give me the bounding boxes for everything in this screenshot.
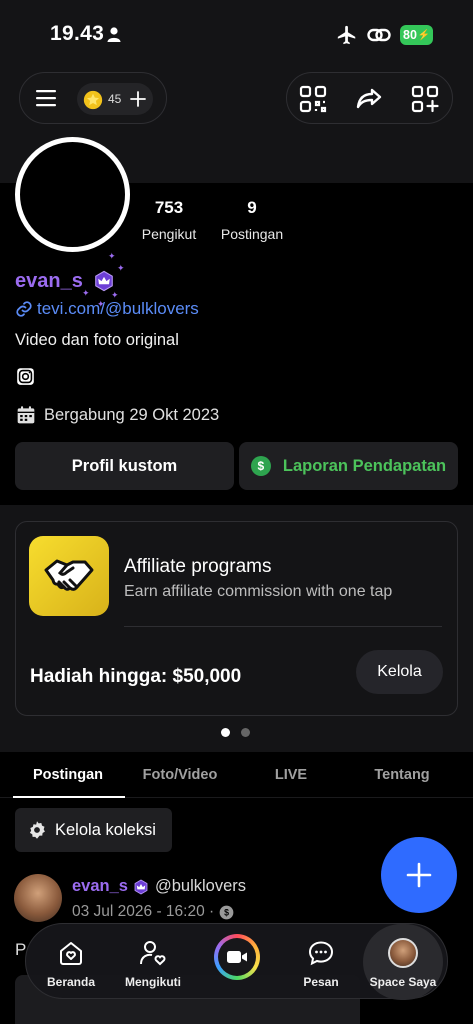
follow-heart-icon: [140, 941, 166, 966]
manage-collection-button[interactable]: Kelola koleksi: [15, 808, 172, 852]
hamburger-menu-icon[interactable]: [36, 89, 56, 107]
nav-my-space[interactable]: Space Saya: [363, 924, 443, 1000]
status-time: 19.43: [50, 22, 105, 45]
posts-stat[interactable]: 9 Postingan: [219, 198, 285, 242]
chat-bubble-icon: [308, 941, 334, 966]
record-ring: [214, 934, 260, 980]
tab-posts[interactable]: Postingan: [9, 767, 127, 783]
right-toolbar: [286, 72, 453, 124]
link-chain-icon: [367, 28, 391, 42]
nav-home[interactable]: Beranda: [41, 924, 101, 1000]
profile-username: evan_s: [15, 270, 83, 292]
promo-section: Affiliate programs Earn affiliate commis…: [0, 505, 473, 752]
my-avatar: [388, 938, 418, 968]
create-post-button[interactable]: [381, 837, 457, 913]
post-date: 03 Jul 2026 - 16:20 ·: [72, 903, 215, 920]
home-heart-icon: [60, 942, 82, 965]
profile-link[interactable]: tevi.com/@bulklovers: [15, 299, 199, 319]
qr-code-icon[interactable]: [299, 85, 327, 113]
custom-profile-button[interactable]: Profil kustom: [15, 442, 234, 490]
earnings-report-label: Laporan Pendapatan: [282, 456, 447, 475]
plus-icon: [406, 862, 432, 888]
nav-following[interactable]: Mengikuti: [119, 924, 187, 1000]
joined-date: Bergabung 29 Okt 2023: [16, 405, 219, 425]
left-toolbar: 45: [19, 72, 167, 124]
tab-photo-video[interactable]: Foto/Video: [121, 767, 239, 783]
tab-live[interactable]: LIVE: [232, 767, 350, 783]
coins-chip[interactable]: 45: [77, 83, 153, 115]
profile-bio: Video dan foto original: [15, 331, 179, 349]
active-tab-indicator: [13, 796, 125, 798]
svg-text:$: $: [224, 907, 229, 917]
followers-count: 753: [154, 198, 184, 217]
bottom-navigation: Beranda Mengikuti Pesan Space Saya: [25, 923, 448, 1000]
post-author[interactable]: evan_s @bulklovers: [72, 877, 246, 896]
post-username: evan_s: [72, 877, 128, 895]
link-icon: [16, 301, 32, 317]
carousel-dot[interactable]: [241, 728, 250, 737]
add-coins-icon[interactable]: [129, 90, 147, 108]
affiliate-divider: [124, 626, 442, 627]
person-icon: [107, 27, 121, 42]
affiliate-reward: Hadiah hingga: $50,000: [30, 666, 242, 687]
crown-badge-icon: [95, 270, 113, 292]
share-icon[interactable]: [355, 85, 383, 113]
nav-space-label: Space Saya: [369, 975, 437, 989]
earnings-report-button[interactable]: $ Laporan Pendapatan: [239, 442, 458, 490]
calendar-icon: [17, 406, 35, 424]
sparkle-icon: ✦: [108, 251, 116, 261]
post-handle: @bulklovers: [154, 877, 247, 895]
star-coin-icon: [83, 90, 103, 110]
monetized-icon: $: [219, 905, 234, 919]
coins-count: 45: [108, 92, 122, 106]
followers-stat[interactable]: 753 Pengikut: [139, 198, 199, 242]
nav-record[interactable]: [212, 924, 262, 1000]
sparkle-icon: ✦: [117, 263, 125, 273]
followers-label: Pengikut: [141, 226, 197, 242]
gear-icon: [29, 821, 45, 839]
nav-messages-label: Pesan: [303, 975, 339, 989]
video-camera-icon: [227, 951, 247, 963]
joined-text: Bergabung 29 Okt 2023: [44, 405, 220, 424]
affiliate-subtitle: Earn affiliate commission with one tap: [124, 583, 393, 600]
post-author-avatar[interactable]: [14, 874, 62, 922]
manage-collection-label: Kelola koleksi: [55, 820, 156, 839]
airplane-icon: [337, 25, 356, 45]
nav-home-label: Beranda: [46, 975, 96, 989]
profile-tabs: Postingan Foto/Video LIVE Tentang: [0, 752, 473, 798]
profile-link-text: tevi.com/@bulklovers: [37, 299, 199, 318]
sparkle-icon: ✦: [82, 288, 90, 298]
tab-about[interactable]: Tentang: [343, 767, 461, 783]
instagram-icon[interactable]: [16, 367, 35, 386]
dollar-icon: $: [250, 456, 271, 476]
add-widget-icon[interactable]: [411, 85, 439, 113]
handshake-icon: [29, 536, 109, 616]
post-meta: 03 Jul 2026 - 16:20 · $: [72, 903, 234, 921]
charging-bolt-icon: ⚡: [417, 29, 431, 41]
carousel-dot-active[interactable]: [221, 728, 230, 737]
battery-level: 80: [403, 28, 417, 42]
carousel-dots: [221, 728, 250, 737]
battery-indicator: 80 ⚡: [400, 25, 433, 45]
posts-count: 9: [247, 198, 257, 217]
nav-messages[interactable]: Pesan: [290, 924, 352, 1000]
posts-label: Postingan: [220, 226, 284, 242]
profile-avatar[interactable]: [15, 137, 130, 252]
affiliate-title: Affiliate programs: [124, 556, 272, 577]
affiliate-card[interactable]: Affiliate programs Earn affiliate commis…: [15, 521, 458, 716]
status-bar: 19.43 80 ⚡: [0, 0, 473, 70]
nav-following-label: Mengikuti: [125, 975, 181, 989]
crown-badge-icon: [134, 879, 148, 894]
affiliate-manage-button[interactable]: Kelola: [356, 650, 443, 694]
